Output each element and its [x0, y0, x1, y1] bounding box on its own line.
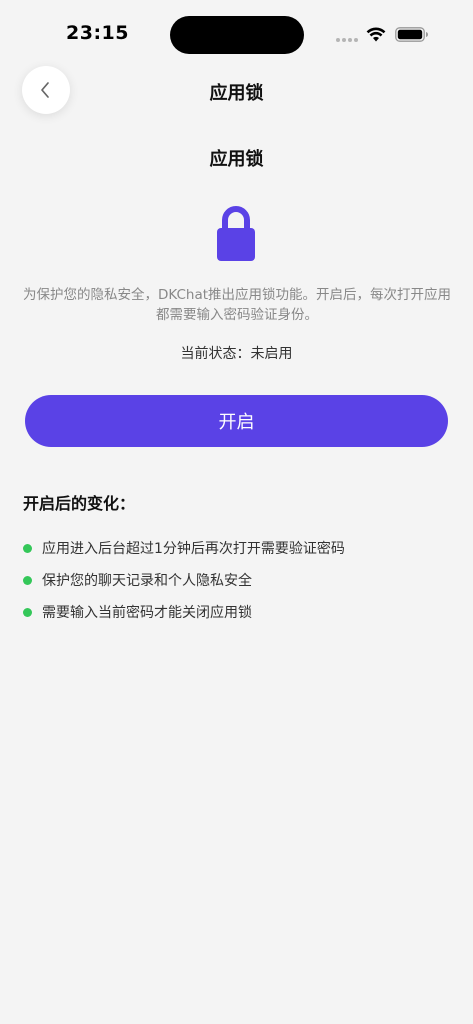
bullet-dot-icon [23, 607, 32, 617]
current-status: 当前状态：未启用 [180, 346, 293, 362]
nav-title: 应用锁 [209, 83, 264, 104]
enable-app-lock-button[interactable]: 开启 [25, 395, 448, 447]
bullet-dot-icon [23, 543, 32, 553]
list-item: 应用进入后台超过1分钟后再次打开需要验证密码 [23, 532, 453, 564]
list-item-text: 需要输入当前密码才能关闭应用锁 [42, 605, 252, 621]
status-time: 23:15 [66, 22, 129, 44]
feature-description: 为保护您的隐私安全，DKChat推出应用锁功能。开启后，每次打开应用都需要输入密… [22, 287, 452, 323]
wifi-icon [366, 27, 386, 42]
status-bar: 23:15 [0, 0, 473, 70]
list-item-text: 保护您的聊天记录和个人隐私安全 [42, 573, 252, 589]
changes-list: 应用进入后台超过1分钟后再次打开需要验证密码 保护您的聊天记录和个人隐私安全 需… [23, 532, 453, 628]
changes-heading: 开启后的变化： [23, 494, 136, 513]
page-title: 应用锁 [209, 149, 264, 170]
list-item-text: 应用进入后台超过1分钟后再次打开需要验证密码 [42, 541, 345, 557]
cellular-signal-icon [336, 38, 360, 42]
list-item: 保护您的聊天记录和个人隐私安全 [23, 564, 453, 596]
lock-icon [217, 206, 255, 261]
list-item: 需要输入当前密码才能关闭应用锁 [23, 596, 453, 628]
bullet-dot-icon [23, 575, 32, 585]
dynamic-island [170, 16, 304, 54]
battery-icon [395, 27, 428, 42]
